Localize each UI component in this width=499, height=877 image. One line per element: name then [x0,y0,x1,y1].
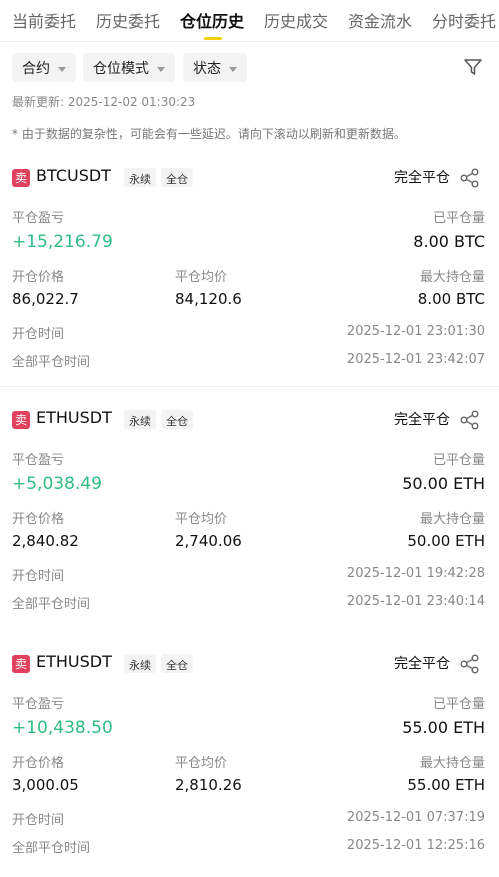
entry-price-label: 开仓价格 [12,512,65,527]
max-position-value: 8.00 BTC [417,290,485,308]
max-position-label: 最大持仓量 [419,512,485,527]
full-close-time-value: 2025-12-01 23:40:14 [346,594,485,609]
contract-filter-label: 合约 [22,61,50,77]
pnl-value: +5,038.49 [12,474,102,494]
last-updated-text: 最新更新: 2025-12-02 01:30:23 [12,95,196,109]
closed-qty-label: 已平仓量 [432,211,485,226]
margin-mode-tag: 全仓 [161,654,193,673]
caret-down-icon [157,66,165,72]
max-position-label: 最大持仓量 [419,756,485,771]
tab-position-history[interactable]: 仓位历史 [180,8,244,32]
position-card[interactable]: 卖 ETHUSDT 永续 全仓 完全平仓 平仓盈亏 已平仓量 +5,038.49… [0,408,499,633]
avg-close-price-value: 2,810.26 [175,776,242,794]
pnl-value: +15,216.79 [12,232,113,252]
tab-trade-history[interactable]: 历史成交 [264,8,328,32]
perpetual-tag: 永续 [124,654,156,673]
position-mode-filter-label: 仓位模式 [93,61,149,77]
entry-price-label: 开仓价格 [12,756,65,771]
max-position-value: 50.00 ETH [407,532,485,550]
pnl-label: 平仓盈亏 [12,697,65,712]
share-icon[interactable] [459,167,481,189]
perpetual-tag: 永续 [124,168,156,187]
delay-note: * 由于数据的复杂性，可能会有一些延迟。请向下滚动以刷新和更新数据。 [12,127,406,141]
closed-qty-label: 已平仓量 [432,453,485,468]
position-mode-filter-button[interactable]: 仓位模式 [83,53,175,82]
active-tab-indicator [204,37,222,40]
close-status: 完全平仓 [394,170,450,186]
entry-price-value: 3,000.05 [12,776,79,794]
share-icon[interactable] [459,409,481,431]
closed-qty-value: 55.00 ETH [402,718,485,737]
full-close-time-value: 2025-12-01 12:25:16 [346,838,485,853]
avg-close-price-label: 平仓均价 [175,512,228,527]
full-close-time-value: 2025-12-01 23:42:07 [346,352,485,367]
close-status: 完全平仓 [394,412,450,428]
position-card[interactable]: 卖 BTCUSDT 永续 全仓 完全平仓 平仓盈亏 已平仓量 +15,216.7… [0,166,499,391]
position-symbol: ETHUSDT [36,652,112,671]
avg-close-price-label: 平仓均价 [175,756,228,771]
sell-side-badge: 卖 [12,411,30,429]
open-time-label: 开仓时间 [12,327,65,342]
sell-side-badge: 卖 [12,169,30,187]
tab-bar: 当前委托 历史委托 仓位历史 历史成交 资金流水 分时委托 [0,0,499,42]
open-time-value: 2025-12-01 19:42:28 [346,566,485,581]
max-position-label: 最大持仓量 [419,270,485,285]
avg-close-price-label: 平仓均价 [175,270,228,285]
full-close-time-label: 全部平仓时间 [12,597,91,612]
tab-current-orders[interactable]: 当前委托 [12,8,76,32]
avg-close-price-value: 84,120.6 [175,290,242,308]
filter-funnel-icon[interactable] [463,57,483,77]
share-icon[interactable] [459,653,481,675]
full-close-time-label: 全部平仓时间 [12,355,91,370]
pnl-label: 平仓盈亏 [12,453,65,468]
margin-mode-tag: 全仓 [161,168,193,187]
entry-price-value: 86,022.7 [12,290,79,308]
margin-mode-tag: 全仓 [161,410,193,429]
avg-close-price-value: 2,740.06 [175,532,242,550]
open-time-value: 2025-12-01 23:01:30 [346,324,485,339]
pnl-label: 平仓盈亏 [12,211,65,226]
tab-time-orders[interactable]: 分时委托 [432,8,496,32]
card-divider [0,386,499,387]
closed-qty-label: 已平仓量 [432,697,485,712]
position-symbol: BTCUSDT [36,166,111,185]
entry-price-value: 2,840.82 [12,532,79,550]
open-time-label: 开仓时间 [12,813,65,828]
tab-order-history[interactable]: 历史委托 [96,8,160,32]
sell-side-badge: 卖 [12,655,30,673]
open-time-label: 开仓时间 [12,569,65,584]
position-card[interactable]: 卖 ETHUSDT 永续 全仓 完全平仓 平仓盈亏 已平仓量 +10,438.5… [0,652,499,877]
caret-down-icon [229,66,237,72]
entry-price-label: 开仓价格 [12,270,65,285]
contract-filter-button[interactable]: 合约 [12,53,76,82]
full-close-time-label: 全部平仓时间 [12,841,91,856]
max-position-value: 55.00 ETH [407,776,485,794]
status-filter-button[interactable]: 状态 [183,53,247,82]
perpetual-tag: 永续 [124,410,156,429]
caret-down-icon [58,66,66,72]
pnl-value: +10,438.50 [12,718,113,738]
status-filter-label: 状态 [193,61,221,77]
position-symbol: ETHUSDT [36,408,112,427]
closed-qty-value: 50.00 ETH [402,474,485,493]
tab-fund-flow[interactable]: 资金流水 [348,8,412,32]
open-time-value: 2025-12-01 07:37:19 [346,810,485,825]
close-status: 完全平仓 [394,656,450,672]
closed-qty-value: 8.00 BTC [413,232,485,251]
